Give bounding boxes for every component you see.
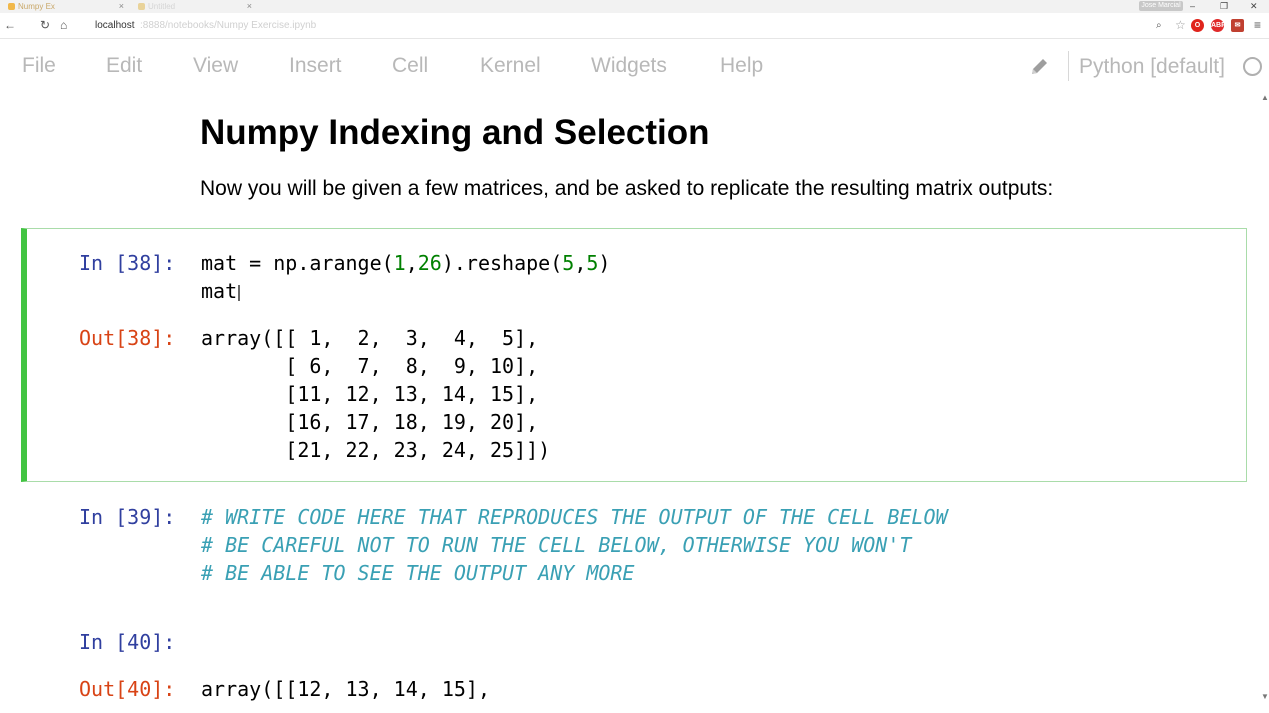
- cell39-comment-line[interactable]: # WRITE CODE HERE THAT REPRODUCES THE OU…: [201, 505, 948, 529]
- back-arrow-icon[interactable]: ←: [4, 18, 16, 32]
- cell39-comment-line[interactable]: # BE CAREFUL NOT TO RUN THE CELL BELOW, …: [201, 533, 911, 557]
- cell39-comment-line[interactable]: # BE ABLE TO SEE THE OUTPUT ANY MORE: [201, 561, 634, 585]
- reload-icon[interactable]: ↻: [40, 18, 50, 32]
- search-icon[interactable]: ⌕: [1156, 20, 1162, 31]
- cell38-output-line: [21, 22, 23, 24, 25]]): [201, 438, 551, 462]
- browser-user-badge[interactable]: Jose Marcial: [1139, 1, 1183, 11]
- menu-file[interactable]: File: [22, 54, 56, 78]
- scroll-down-arrow-icon[interactable]: ▼: [1261, 692, 1269, 701]
- browser-tab-1[interactable]: Numpy Ex ×: [4, 0, 126, 13]
- cell38-code-line-1[interactable]: mat = np.arange(1,26).reshape(5,5): [201, 251, 610, 275]
- restore-icon[interactable]: ❐: [1220, 0, 1228, 12]
- cell40-output-line: array([[12, 13, 14, 15],: [201, 677, 490, 701]
- menu-insert[interactable]: Insert: [289, 54, 342, 78]
- edit-mode-pencil-icon: [1032, 59, 1047, 74]
- cell40-out-prompt: Out[40]:: [79, 677, 176, 701]
- browser-tab-1-label: Numpy Ex: [18, 2, 55, 11]
- minimize-icon[interactable]: –: [1190, 0, 1195, 12]
- url-host[interactable]: localhost: [95, 20, 134, 31]
- cell38-in-prompt: In [38]:: [79, 251, 176, 275]
- browser-tab-2[interactable]: Untitled ×: [134, 0, 254, 13]
- notebook-heading: Numpy Indexing and Selection: [200, 113, 710, 152]
- menu-kernel[interactable]: Kernel: [480, 54, 541, 78]
- window-close-icon[interactable]: ✕: [1250, 0, 1258, 12]
- scroll-up-arrow-icon[interactable]: ▲: [1261, 93, 1269, 102]
- kernel-name[interactable]: Python [default]: [1079, 55, 1225, 79]
- menu-edit[interactable]: Edit: [106, 54, 142, 78]
- cell38-output-line: array([[ 1, 2, 3, 4, 5],: [201, 326, 539, 350]
- browser-tab-2-label: Untitled: [148, 2, 176, 11]
- hamburger-menu-icon[interactable]: ≡: [1254, 18, 1261, 32]
- opera-icon[interactable]: O: [1191, 19, 1204, 32]
- menu-cell[interactable]: Cell: [392, 54, 428, 78]
- jupyter-favicon-icon: [8, 3, 15, 10]
- gmail-icon[interactable]: ✉: [1231, 19, 1244, 32]
- jupyter-favicon-icon: [138, 3, 145, 10]
- cell39-in-prompt: In [39]:: [79, 505, 176, 529]
- kernel-divider: [1068, 51, 1069, 81]
- menu-widgets[interactable]: Widgets: [591, 54, 667, 78]
- cell38-code-line-2[interactable]: mat: [201, 279, 241, 303]
- cell38-output-line: [ 6, 7, 8, 9, 10],: [201, 354, 539, 378]
- cell38-output-line: [11, 12, 13, 14, 15],: [201, 382, 539, 406]
- bookmark-star-icon[interactable]: ☆: [1175, 18, 1186, 32]
- menu-help[interactable]: Help: [720, 54, 763, 78]
- browser-tab-bar: Numpy Ex × Untitled × Jose Marcial – ❐ ✕: [0, 0, 1269, 13]
- close-tab-2-icon[interactable]: ×: [247, 0, 252, 13]
- browser-address-bar: ← ↻ ⌂ localhost :8888/notebooks/Numpy Ex…: [0, 13, 1269, 39]
- notebook-paragraph: Now you will be given a few matrices, an…: [200, 177, 1054, 200]
- home-icon[interactable]: ⌂: [60, 18, 67, 32]
- cell40-in-prompt: In [40]:: [79, 630, 176, 654]
- close-tab-1-icon[interactable]: ×: [119, 0, 124, 13]
- kernel-idle-indicator-icon: [1243, 57, 1262, 76]
- menu-view[interactable]: View: [193, 54, 238, 78]
- cell38-output-line: [16, 17, 18, 19, 20],: [201, 410, 539, 434]
- text-cursor-icon: [238, 284, 241, 301]
- url-path[interactable]: :8888/notebooks/Numpy Exercise.ipynb: [140, 20, 316, 31]
- cell38-out-prompt: Out[38]:: [79, 326, 176, 350]
- adblock-icon[interactable]: ABP: [1211, 19, 1226, 32]
